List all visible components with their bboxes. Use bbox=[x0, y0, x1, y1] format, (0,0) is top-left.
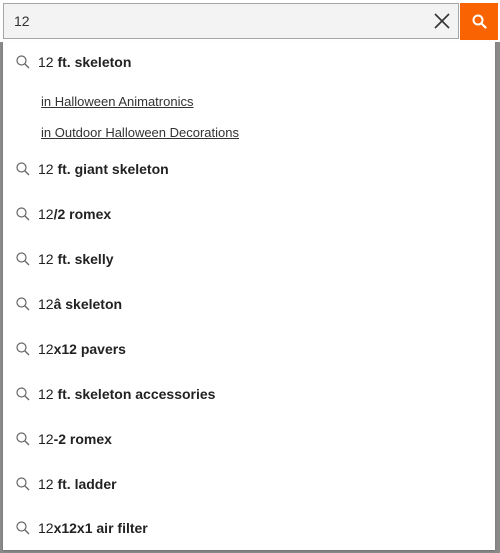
suggestion-text: 12 ft. ladder bbox=[38, 476, 117, 492]
search-input[interactable] bbox=[14, 4, 414, 38]
search-icon bbox=[16, 342, 30, 356]
suggestion-item[interactable]: 12x12x1 air filter bbox=[3, 508, 495, 548]
suggestion-text: 12 ft. skeleton accessories bbox=[38, 386, 216, 402]
search-bar bbox=[0, 0, 500, 42]
search-icon bbox=[16, 477, 30, 491]
suggestion-text: 12x12x1 air filter bbox=[38, 520, 148, 536]
search-icon bbox=[16, 432, 30, 446]
suggestion-text: 12x12 pavers bbox=[38, 341, 126, 357]
suggestion-item[interactable]: 12â skeleton bbox=[3, 284, 495, 324]
suggestion-item[interactable]: 12x12 pavers bbox=[3, 329, 495, 369]
close-icon[interactable] bbox=[434, 13, 450, 29]
suggestion-text: 12 ft. skelly bbox=[38, 251, 114, 267]
suggestion-text: 12-2 romex bbox=[38, 431, 112, 447]
suggestion-item[interactable]: 12 ft. giant skeleton bbox=[3, 149, 495, 189]
suggestion-item[interactable]: 12 ft. skeleton bbox=[3, 42, 495, 82]
search-submit-button[interactable] bbox=[460, 3, 498, 40]
suggestion-text: 12 ft. skeleton bbox=[38, 54, 132, 70]
suggestion-item[interactable]: 12 ft. skeleton accessories bbox=[3, 374, 495, 414]
suggestion-item[interactable]: 12 ft. ladder bbox=[3, 464, 495, 504]
search-icon bbox=[472, 14, 487, 29]
suggestion-item[interactable]: 12-2 romex bbox=[3, 419, 495, 459]
search-field[interactable] bbox=[3, 3, 459, 39]
search-icon bbox=[16, 297, 30, 311]
search-icon bbox=[16, 162, 30, 176]
search-icon bbox=[16, 207, 30, 221]
suggestion-dropdown: 12 ft. skeleton in Halloween Animatronics… bbox=[3, 42, 495, 550]
suggestion-item[interactable]: 12/2 romex bbox=[3, 194, 495, 234]
search-icon bbox=[16, 55, 30, 69]
category-link[interactable]: in Outdoor Halloween Decorations bbox=[41, 125, 239, 140]
suggestion-text: 12â skeleton bbox=[38, 296, 123, 312]
search-icon bbox=[16, 252, 30, 266]
category-link[interactable]: in Halloween Animatronics bbox=[41, 94, 193, 109]
suggestion-text: 12/2 romex bbox=[38, 206, 112, 222]
search-icon bbox=[16, 387, 30, 401]
suggestion-item[interactable]: 12 ft. skelly bbox=[3, 239, 495, 279]
search-icon bbox=[16, 521, 30, 535]
suggestion-text: 12 ft. giant skeleton bbox=[38, 161, 169, 177]
